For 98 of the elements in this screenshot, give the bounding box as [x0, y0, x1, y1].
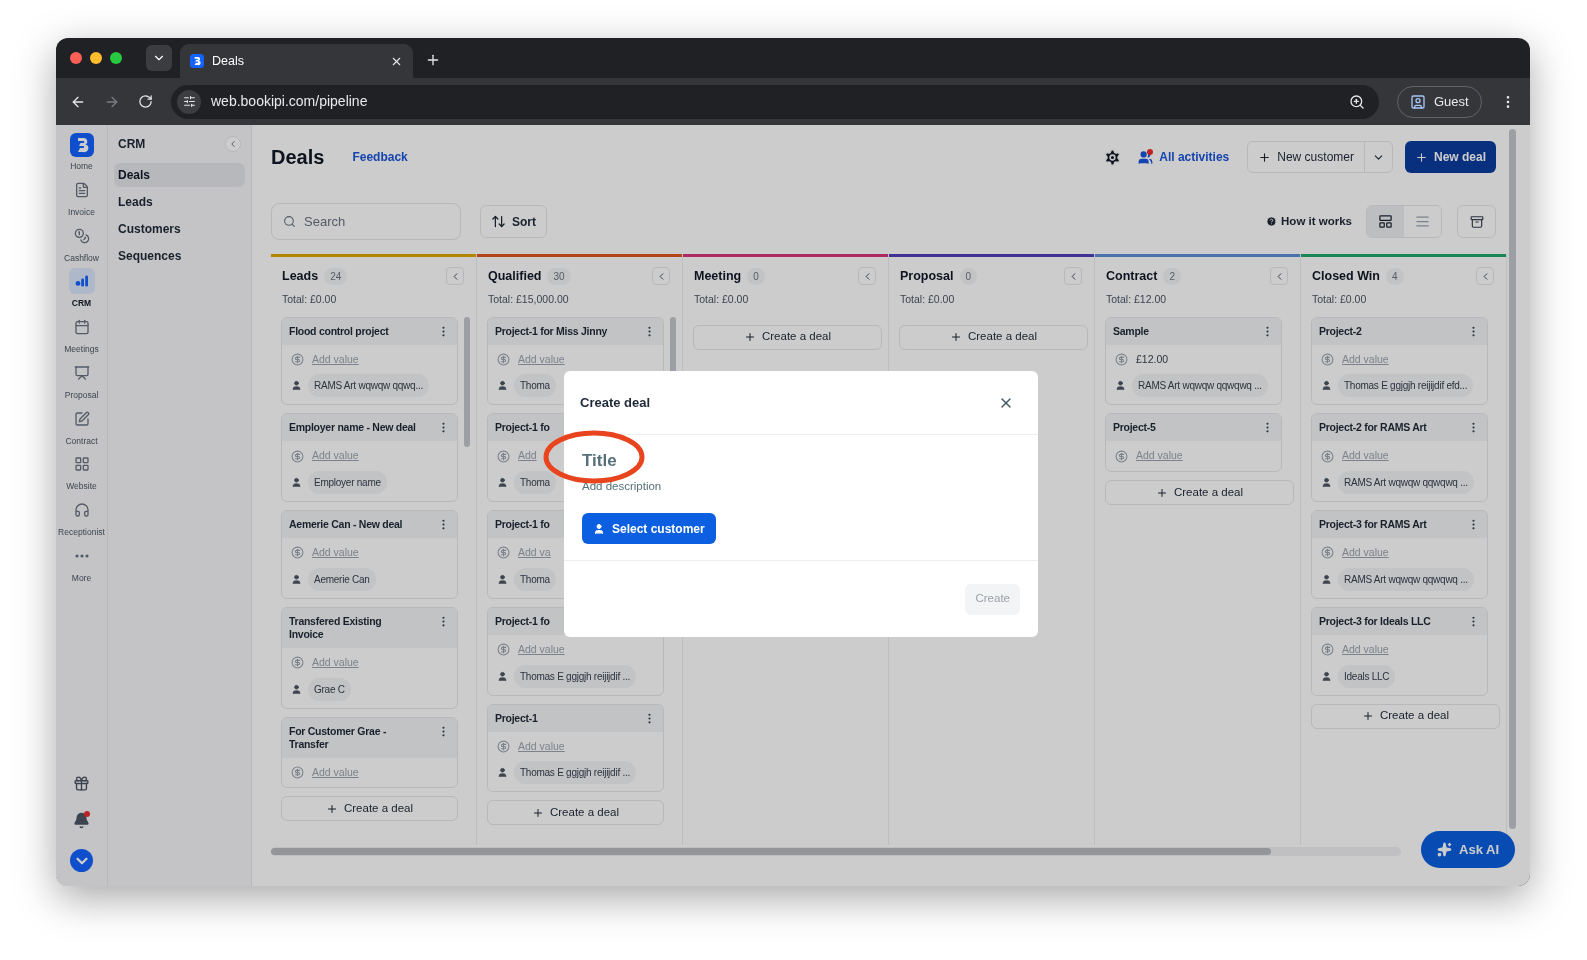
customer-chip[interactable]: Thoma: [514, 374, 556, 398]
search-field[interactable]: Search: [271, 203, 461, 240]
rail-label: Cashflow: [64, 251, 99, 265]
section-title: CRM: [117, 136, 146, 153]
stage-total: Total: £0.00: [1311, 291, 1368, 307]
deal-title: Project-3 for Ideals LLC: [1319, 614, 1431, 628]
ask-ai-button[interactable]: Ask AI: [1421, 831, 1515, 868]
count-badge: 4: [1385, 267, 1404, 285]
stage-total: Total: £0.00: [899, 291, 956, 307]
rail-label: CRM: [71, 297, 92, 310]
deal-title: Flood control project: [289, 324, 389, 338]
deal-card[interactable]: Flood control project Add value RAMS Art wqwqw qqwq...: [281, 316, 458, 406]
count-badge: 24: [324, 267, 348, 285]
create-deal-button[interactable]: Create a deal: [693, 324, 882, 350]
page-title: Deals: [271, 145, 325, 170]
customer-chip[interactable]: RAMS Art wqwqw qqwqwq ...: [1338, 471, 1474, 494]
rail-label: Home: [70, 160, 93, 173]
stage-title: Closed Win: [1312, 268, 1380, 285]
how-it-works-link[interactable]: How it works: [1281, 212, 1352, 231]
sidebar-item[interactable]: Sequences: [114, 244, 245, 268]
new-customer-label[interactable]: New customer: [1277, 148, 1354, 166]
rail-label: Receptionist: [58, 526, 105, 539]
url-text: web.bookipi.com/pipeline: [211, 92, 369, 111]
deal-title: For Customer Grae - Transfer: [289, 724, 388, 751]
deal-card[interactable]: Transfered Existing Invoice Add value Grae C: [281, 606, 458, 709]
deal-value: £12.00: [1136, 351, 1169, 367]
rail-label: Invoice: [68, 205, 95, 219]
rail-label: More: [71, 571, 92, 585]
deal-title: Aemerie Can - New deal: [289, 518, 403, 531]
customer-chip[interactable]: Ideals LLC: [1338, 664, 1396, 688]
new-customer-split-button[interactable]: New customer: [1247, 141, 1393, 173]
rail-label: Meetings: [64, 343, 99, 356]
deal-title: Project-2: [1319, 324, 1362, 338]
deal-title: Project-3 for RAMS Art: [1319, 518, 1427, 531]
count-badge: 30: [547, 267, 571, 285]
customer-chip[interactable]: Employer name: [308, 471, 387, 494]
tab-title: Deals: [212, 52, 245, 70]
deal-title: Transfered Existing Invoice: [289, 614, 383, 641]
stage-total: Total: £0.00: [693, 291, 750, 307]
deal-title: Sample: [1113, 324, 1149, 338]
deal-title: Project-1 fo: [495, 614, 550, 628]
new-deal-button[interactable]: New deal: [1404, 141, 1496, 173]
customer-chip[interactable]: Thomas E ggjgjh reijijdif ...: [514, 664, 637, 688]
stage-title: Contract: [1106, 268, 1158, 285]
deal-title: Project-1 fo: [495, 518, 550, 531]
rail-label: Proposal: [64, 388, 99, 402]
deal-title: Employer name - New deal: [289, 421, 416, 435]
stage-total: Total: £15,000.00: [487, 291, 570, 307]
customer-chip[interactable]: Thoma: [514, 471, 556, 494]
create-deal-button[interactable]: Create a deal: [281, 796, 458, 822]
stage-title: Qualified: [488, 268, 542, 285]
deal-card[interactable]: Project-1 Add value Thomas E ggjgjh reijijdif ...: [487, 703, 664, 793]
browser-tab[interactable]: Deals: [180, 44, 413, 78]
sidebar-item[interactable]: Leads: [114, 190, 245, 214]
address-bar[interactable]: web.bookipi.com/pipeline: [171, 84, 1379, 119]
stage-title: Meeting: [694, 268, 742, 285]
count-badge: 0: [747, 267, 765, 285]
select-customer-button[interactable]: Select customer: [582, 513, 716, 544]
deal-title: Project-1 fo: [495, 421, 550, 435]
rail-label: Website: [66, 480, 97, 493]
activities-button[interactable]: All activities: [1138, 148, 1230, 166]
customer-chip[interactable]: Thoma: [514, 567, 556, 591]
deal-card[interactable]: Aemerie Can - New deal Add value Aemerie Can: [281, 510, 458, 599]
customer-chip[interactable]: Thomas E ggjgjh reijijdif efd...: [1338, 374, 1474, 398]
deal-title: Project-1: [495, 711, 538, 725]
deal-card[interactable]: Project-3 for RAMS Art Add value RAMS Art wqwqw qqwqwq ...: [1311, 510, 1488, 599]
rail-label: Contract: [65, 434, 98, 448]
deal-card[interactable]: Project-2 Add value Thomas E ggjgjh reijijdif efd...: [1311, 316, 1488, 406]
sort-button[interactable]: Sort: [480, 205, 547, 238]
deal-title: Project-5: [1113, 421, 1156, 435]
create-deal-button[interactable]: Create a deal: [487, 800, 664, 826]
deal-card[interactable]: Project-3 for Ideals LLC Add value Ideals LLC: [1311, 606, 1488, 696]
create-deal-button[interactable]: Create a deal: [899, 324, 1088, 350]
feedback-link[interactable]: Feedback: [352, 148, 408, 166]
count-badge: 2: [1163, 267, 1181, 285]
stage-total: Total: £0.00: [281, 291, 338, 307]
stage-title: Proposal: [900, 268, 954, 285]
sidebar-item[interactable]: Customers: [114, 217, 245, 241]
deal-card[interactable]: Sample £12.00 RAMS Art wqwqw qqwqwq ...: [1105, 316, 1282, 406]
customer-chip[interactable]: RAMS Art wqwqw qqwqwq ...: [1132, 374, 1268, 398]
deal-title: Project-2 for RAMS Art: [1319, 421, 1427, 435]
deal-card[interactable]: Project-5 Add value: [1105, 413, 1282, 472]
customer-chip[interactable]: RAMS Art wqwqw qqwqwq ...: [1338, 567, 1474, 591]
title-field[interactable]: Title: [582, 449, 882, 473]
customer-chip[interactable]: RAMS Art wqwqw qqwq...: [308, 374, 429, 398]
customer-chip[interactable]: Grae C: [308, 677, 351, 701]
stage-total: Total: £12.00: [1105, 291, 1168, 307]
create-deal-button[interactable]: Create a deal: [1105, 480, 1294, 505]
stage-title: Leads: [282, 268, 319, 285]
customer-chip[interactable]: Aemerie Can: [308, 567, 376, 591]
count-badge: 0: [959, 267, 978, 285]
create-deal-button[interactable]: Create a deal: [1311, 703, 1500, 729]
sidebar-item[interactable]: Deals: [114, 163, 245, 187]
customer-chip[interactable]: Thomas E ggjgjh reijijdif ...: [514, 761, 637, 785]
deal-title: Project-1 for Miss Jinny: [495, 324, 608, 338]
deal-card[interactable]: Employer name - New deal Add value Employer name: [281, 413, 458, 502]
deal-card[interactable]: Project-2 for RAMS Art Add value RAMS Art wqwqw qqwqwq ...: [1311, 413, 1488, 502]
deal-card[interactable]: For Customer Grae - Transfer Add value: [281, 716, 458, 789]
